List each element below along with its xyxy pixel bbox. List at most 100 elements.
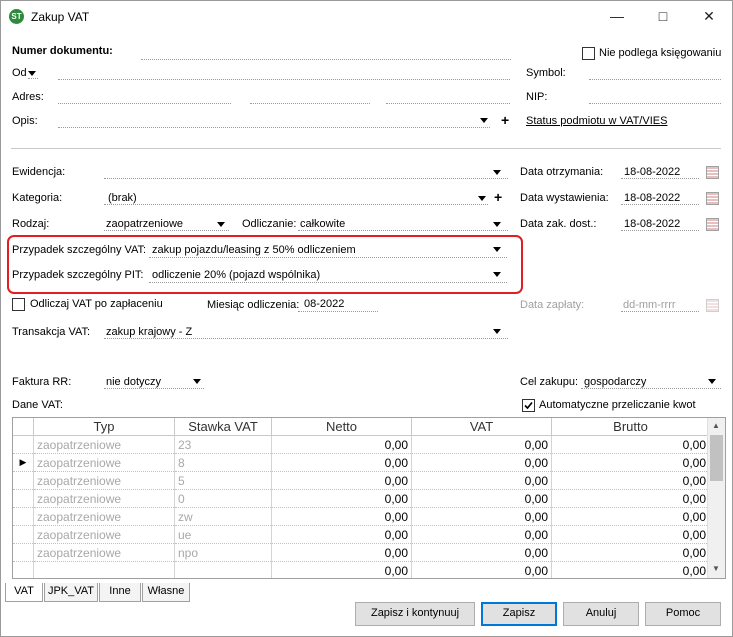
vat-cell[interactable]: 0,00 <box>411 525 552 544</box>
vat-cell[interactable]: 0,00 <box>411 471 552 490</box>
address-postal-input[interactable] <box>250 103 370 104</box>
rate-cell[interactable]: 23 <box>174 435 272 454</box>
table-row[interactable]: zaopatrzeniowe ue 0,00 0,00 0,00 <box>13 525 710 544</box>
description-input[interactable] <box>58 127 490 128</box>
tab-jpk-vat[interactable]: JPK_VAT <box>44 583 98 602</box>
rate-cell[interactable]: npo <box>174 543 272 562</box>
column-header[interactable]: Stawka VAT <box>174 418 272 436</box>
vat-cell[interactable]: 0,00 <box>411 435 552 454</box>
address-city-input[interactable] <box>386 103 510 104</box>
vat-status-link[interactable]: Status podmiotu w VAT/VIES <box>526 115 667 127</box>
minimize-icon[interactable]: — <box>594 1 640 32</box>
rodzaj-value[interactable]: zaopatrzeniowe <box>106 218 183 230</box>
tab-inne[interactable]: Inne <box>99 583 141 602</box>
tab-wlasne[interactable]: Własne <box>142 583 190 602</box>
gross-cell[interactable]: 0,00 <box>551 435 710 454</box>
scroll-up-icon[interactable]: ▲ <box>712 421 720 430</box>
special-vat-value[interactable]: zakup pojazdu/leasing z 50% odliczeniem <box>152 244 356 256</box>
type-cell[interactable]: zaopatrzeniowe <box>33 543 175 562</box>
vat-cell[interactable]: 0,00 <box>411 507 552 526</box>
save-button[interactable]: Zapisz <box>481 602 557 626</box>
gross-cell[interactable]: 0,00 <box>551 489 710 508</box>
type-cell[interactable] <box>33 561 175 578</box>
maximize-icon[interactable]: □ <box>640 1 686 32</box>
type-cell[interactable]: zaopatrzeniowe <box>33 471 175 490</box>
rate-cell[interactable]: 0 <box>174 489 272 508</box>
rr-dropdown-icon[interactable] <box>193 379 201 384</box>
nip-input[interactable] <box>589 103 721 104</box>
type-cell[interactable]: zaopatrzeniowe <box>33 435 175 454</box>
deduction-month-value[interactable]: 08-2022 <box>304 298 344 310</box>
transaction-select[interactable] <box>104 338 508 339</box>
column-header[interactable]: Brutto <box>551 418 710 436</box>
odliczanie-dropdown-icon[interactable] <box>493 222 501 227</box>
rate-cell[interactable] <box>174 561 272 578</box>
help-button[interactable]: Pomoc <box>645 602 721 626</box>
purchase-date-value[interactable]: 18-08-2022 <box>624 218 680 230</box>
vat-on-payment-checkbox[interactable] <box>12 298 25 311</box>
tab-vat[interactable]: VAT <box>5 583 43 602</box>
description-add-icon[interactable]: + <box>501 112 509 128</box>
special-pit-select[interactable] <box>149 282 507 283</box>
table-row[interactable]: ▶ zaopatrzeniowe 8 0,00 0,00 0,00 <box>13 453 710 472</box>
type-cell[interactable]: zaopatrzeniowe <box>33 525 175 544</box>
kategoria-add-icon[interactable]: + <box>494 189 502 205</box>
table-row[interactable]: zaopatrzeniowe zw 0,00 0,00 0,00 <box>13 507 710 526</box>
gross-cell[interactable]: 0,00 <box>551 453 710 472</box>
from-dropdown-icon[interactable] <box>28 71 36 76</box>
calendar-icon[interactable] <box>706 218 719 231</box>
net-cell[interactable]: 0,00 <box>271 561 412 578</box>
special-pit-dropdown-icon[interactable] <box>493 272 501 277</box>
kategoria-dropdown-icon[interactable] <box>478 196 486 201</box>
column-header[interactable]: Netto <box>271 418 412 436</box>
special-vat-dropdown-icon[interactable] <box>493 247 501 252</box>
scroll-down-icon[interactable]: ▼ <box>712 564 720 573</box>
rr-value[interactable]: nie dotyczy <box>106 376 161 388</box>
type-cell[interactable]: zaopatrzeniowe <box>33 507 175 526</box>
table-row[interactable]: zaopatrzeniowe 5 0,00 0,00 0,00 <box>13 471 710 490</box>
rate-cell[interactable]: zw <box>174 507 272 526</box>
rodzaj-select[interactable] <box>104 230 229 231</box>
table-row[interactable]: zaopatrzeniowe npo 0,00 0,00 0,00 <box>13 543 710 562</box>
odliczanie-value[interactable]: całkowite <box>300 218 345 230</box>
gross-cell[interactable]: 0,00 <box>551 507 710 526</box>
symbol-input[interactable] <box>589 79 721 80</box>
transaction-value[interactable]: zakup krajowy - Z <box>106 326 192 338</box>
issued-date-value[interactable]: 18-08-2022 <box>624 192 680 204</box>
vat-cell[interactable]: 0,00 <box>411 489 552 508</box>
net-cell[interactable]: 0,00 <box>271 543 412 562</box>
cancel-button[interactable]: Anuluj <box>563 602 639 626</box>
vat-cell[interactable]: 0,00 <box>411 543 552 562</box>
vat-cell[interactable]: 0,00 <box>411 561 552 578</box>
transaction-dropdown-icon[interactable] <box>493 329 501 334</box>
address-street-input[interactable] <box>58 103 231 104</box>
purpose-select[interactable] <box>581 388 721 389</box>
net-cell[interactable]: 0,00 <box>271 435 412 454</box>
table-row[interactable]: 0,00 0,00 0,00 <box>13 561 710 578</box>
gross-cell[interactable]: 0,00 <box>551 543 710 562</box>
type-cell[interactable]: zaopatrzeniowe <box>33 453 175 472</box>
scroll-thumb[interactable] <box>710 435 723 481</box>
odliczanie-select[interactable] <box>298 230 508 231</box>
table-row[interactable]: zaopatrzeniowe 23 0,00 0,00 0,00 <box>13 435 710 454</box>
special-vat-select[interactable] <box>149 257 507 258</box>
calendar-icon[interactable] <box>706 192 719 205</box>
net-cell[interactable]: 0,00 <box>271 489 412 508</box>
special-pit-value[interactable]: odliczenie 20% (pojazd wspólnika) <box>152 269 320 281</box>
net-cell[interactable]: 0,00 <box>271 507 412 526</box>
column-header[interactable]: Typ <box>33 418 175 436</box>
kategoria-select[interactable] <box>104 204 488 205</box>
net-cell[interactable]: 0,00 <box>271 453 412 472</box>
rate-cell[interactable]: 8 <box>174 453 272 472</box>
rr-select[interactable] <box>104 388 204 389</box>
rate-cell[interactable]: ue <box>174 525 272 544</box>
document-number-input[interactable] <box>141 59 511 60</box>
vat-table[interactable]: Typ Stawka VAT Netto VAT Brutto zaopatrz… <box>12 417 726 579</box>
gross-cell[interactable]: 0,00 <box>551 561 710 578</box>
description-dropdown-icon[interactable] <box>480 118 488 123</box>
vertical-scrollbar[interactable]: ▲ ▼ <box>707 418 725 578</box>
net-cell[interactable]: 0,00 <box>271 471 412 490</box>
rodzaj-dropdown-icon[interactable] <box>217 222 225 227</box>
calendar-icon[interactable] <box>706 166 719 179</box>
type-cell[interactable]: zaopatrzeniowe <box>33 489 175 508</box>
